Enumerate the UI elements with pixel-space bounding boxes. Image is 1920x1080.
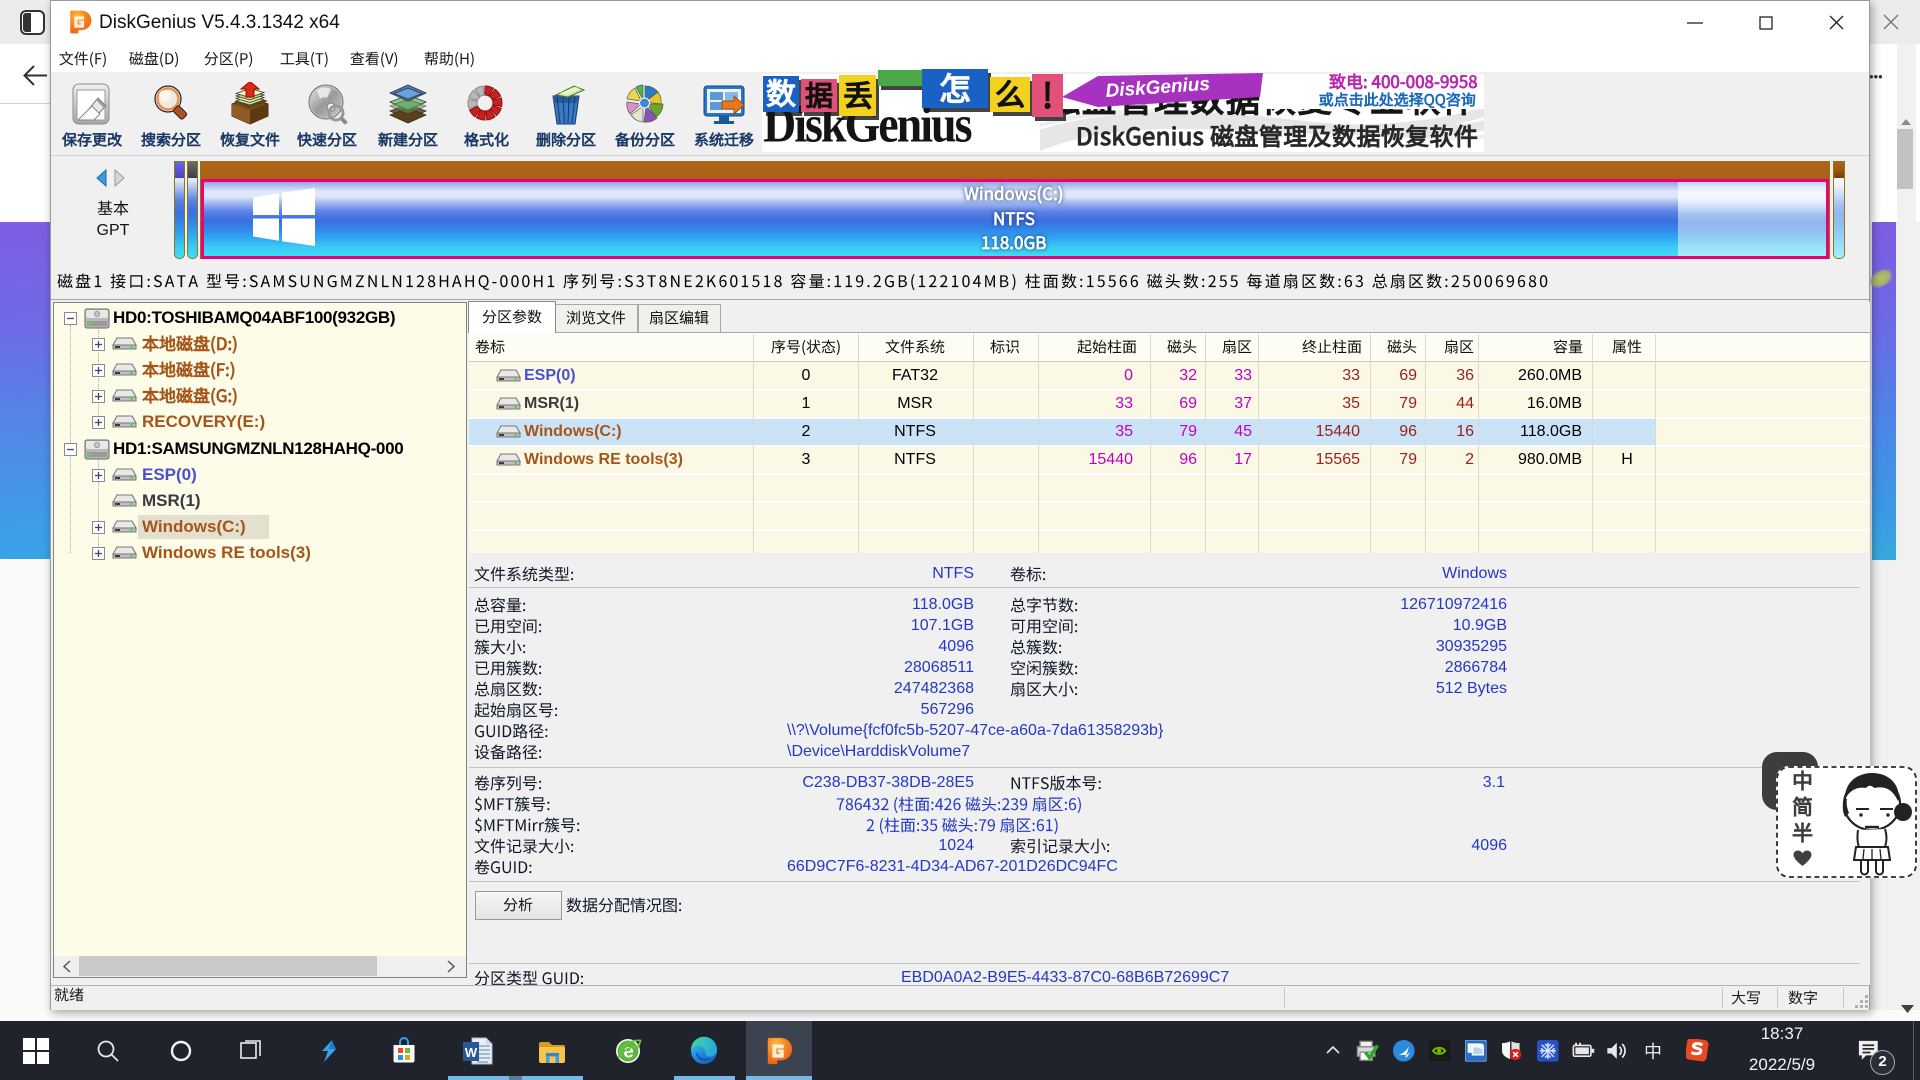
svg-text:W: W xyxy=(465,1045,478,1060)
